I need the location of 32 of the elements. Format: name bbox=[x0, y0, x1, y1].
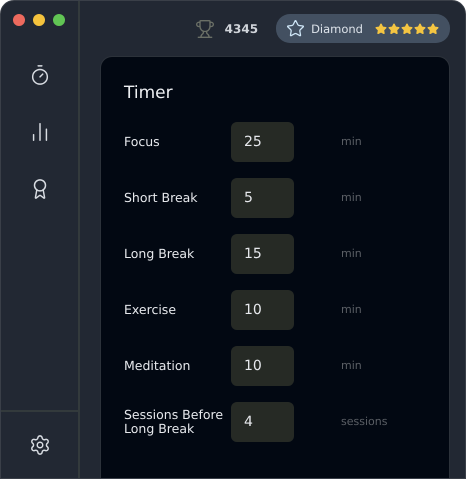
unit-label: min bbox=[341, 191, 362, 204]
trophy-icon bbox=[194, 18, 215, 38]
number-field[interactable]: 15 bbox=[231, 234, 294, 274]
setting-label: Long Break bbox=[124, 246, 196, 260]
number-field[interactable]: 10 bbox=[231, 290, 294, 330]
star-icon bbox=[427, 22, 439, 34]
star-icon bbox=[375, 22, 387, 34]
panel-title: Timer bbox=[124, 83, 174, 103]
minimize-control[interactable] bbox=[33, 14, 45, 26]
unit-label: min bbox=[341, 247, 362, 260]
setting-label: Focus bbox=[124, 134, 161, 148]
star-outline-icon bbox=[286, 19, 306, 38]
settings-icon[interactable] bbox=[28, 434, 50, 456]
star-icon bbox=[401, 22, 413, 34]
points-count: 4345 bbox=[224, 22, 258, 36]
unit-label: min bbox=[341, 303, 362, 316]
number-field[interactable]: 5 bbox=[231, 178, 294, 218]
number-field[interactable]: 4 bbox=[231, 402, 294, 442]
star-icon bbox=[414, 22, 426, 34]
zoom-control[interactable] bbox=[53, 14, 65, 26]
unit-label: min bbox=[341, 359, 362, 372]
star-icon bbox=[388, 22, 400, 34]
number-field[interactable]: 10 bbox=[231, 346, 294, 386]
rank-label: Diamond bbox=[311, 22, 363, 36]
setting-label: Sessions Before Long Break bbox=[124, 408, 224, 436]
unit-label: min bbox=[341, 135, 362, 148]
number-field[interactable]: 25 bbox=[231, 122, 294, 162]
unit-label: sessions bbox=[341, 415, 388, 428]
setting-label: Exercise bbox=[124, 302, 178, 316]
close-control[interactable] bbox=[13, 14, 25, 26]
setting-label: Meditation bbox=[124, 358, 192, 372]
setting-label: Short Break bbox=[124, 190, 199, 204]
